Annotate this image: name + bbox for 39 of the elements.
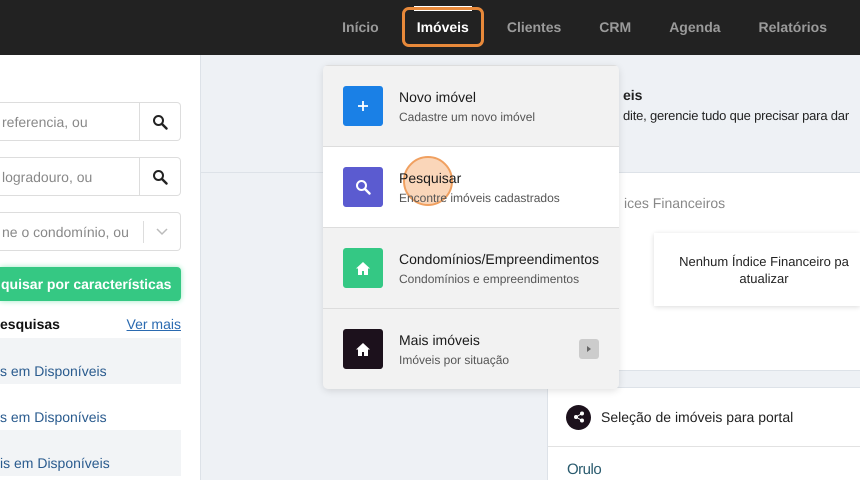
menu-item[interactable]: Pesquisar Encontre imóveis cadastrados bbox=[323, 146, 619, 227]
empty-message: Nenhum Índice Financeiro pa atualizar bbox=[654, 233, 860, 306]
page-subtitle: dite, gerencie tudo que precisar para dar bbox=[623, 108, 850, 123]
menu-item-subtitle: Condomínios e empreendimentos bbox=[399, 272, 580, 286]
menu-item[interactable]: Condomínios/Empreendimentos Condomínios e empreendimentos bbox=[323, 227, 619, 308]
menu-item[interactable]: Mais imóveis Imóveis por situação bbox=[323, 308, 619, 389]
search-box[interactable]: logradouro, ou bbox=[0, 157, 181, 196]
menu-item-title: Mais imóveis bbox=[399, 332, 481, 348]
menu-item-subtitle: Imóveis por situação bbox=[399, 352, 510, 366]
nav-tab[interactable]: CRM bbox=[584, 6, 646, 46]
nav-tab[interactable]: Clientes bbox=[492, 6, 576, 46]
card-title: Seleção de imóveis para portal bbox=[601, 409, 794, 425]
search-icon bbox=[152, 114, 168, 130]
portal-logo: Orulo bbox=[567, 461, 602, 478]
chevron-down-icon bbox=[156, 228, 168, 236]
see-more-link[interactable]: Ver mais bbox=[126, 316, 181, 332]
plus-icon bbox=[357, 100, 369, 112]
menu-item-title: Novo imóvel bbox=[399, 88, 478, 104]
page-title: eis bbox=[623, 87, 644, 103]
menu-item-subtitle: Encontre imóveis cadastrados bbox=[399, 190, 561, 204]
recent-search-link[interactable]: s em Disponíveis bbox=[0, 409, 107, 425]
search-field[interactable]: referencia, ou bbox=[0, 114, 139, 130]
search-icon bbox=[355, 179, 371, 195]
home-icon bbox=[356, 342, 370, 356]
search-icon bbox=[152, 168, 168, 184]
section-title: esquisas bbox=[0, 316, 60, 332]
menu-item-title: Condomínios/Empreendimentos bbox=[399, 250, 599, 266]
share-icon bbox=[566, 404, 591, 430]
card-title: ices Financeiros bbox=[624, 195, 726, 211]
menu-item-title: Pesquisar bbox=[399, 170, 462, 186]
menu-item-subtitle: Cadastre um novo imóvel bbox=[399, 110, 536, 124]
nav-tab[interactable]: Início bbox=[327, 6, 394, 46]
home-icon bbox=[356, 262, 370, 274]
select-box[interactable]: ne o condomínio, ou bbox=[0, 212, 181, 251]
search-field[interactable]: logradouro, ou bbox=[0, 168, 139, 184]
search-box[interactable]: referencia, ou bbox=[0, 102, 181, 141]
nav-tab[interactable]: Agenda bbox=[654, 6, 736, 46]
nav-tab[interactable]: Relatórios bbox=[744, 6, 842, 46]
select-field[interactable]: ne o condomínio, ou bbox=[0, 224, 143, 240]
